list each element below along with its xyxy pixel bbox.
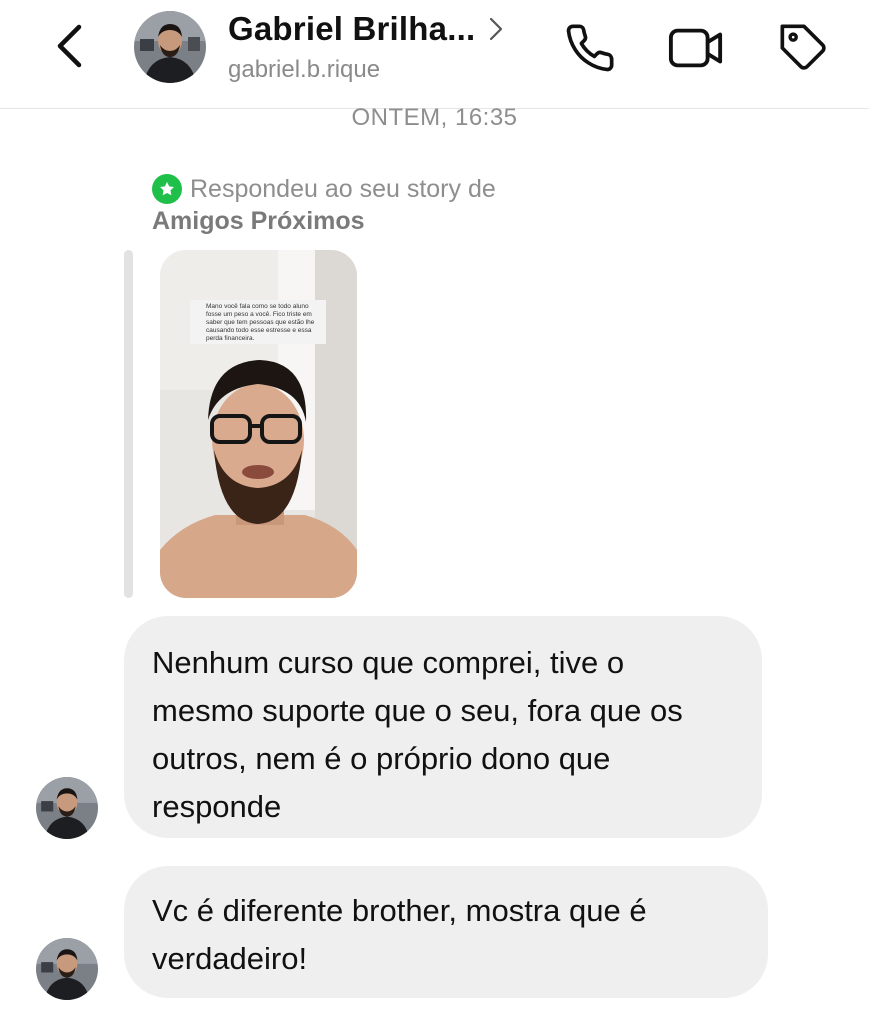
story-reply-header: Respondeu ao seu story de (152, 174, 496, 204)
contact-avatar[interactable] (134, 11, 206, 83)
contact-profile-link[interactable]: Gabriel Brilha... (228, 10, 503, 48)
contact-name: Gabriel Brilha... (228, 10, 476, 47)
message-timestamp: ONTEM, 16:35 (351, 104, 518, 131)
close-friends-star-icon (152, 174, 182, 204)
chevron-right-icon (490, 17, 503, 41)
phone-icon (566, 24, 614, 72)
chat-header: Gabriel Brilha... gabriel.b.rique (0, 0, 869, 109)
story-audience-label: Amigos Próximos (152, 207, 365, 235)
sender-avatar[interactable] (36, 938, 98, 1000)
contact-username: gabriel.b.rique (228, 56, 381, 83)
voice-call-button[interactable] (562, 20, 618, 76)
video-call-button[interactable] (668, 20, 724, 76)
chat-screen: Gabriel Brilha... gabriel.b.rique ONTEM,… (0, 0, 869, 1024)
message-bubble[interactable]: Vc é diferente brother, mostra que é ver… (124, 866, 768, 998)
story-thumbnail[interactable]: Mano você fala como se todo aluno fosse … (160, 250, 357, 598)
message-bubble[interactable]: Nenhum curso que comprei, tive o mesmo s… (124, 616, 762, 838)
tag-icon (780, 24, 826, 70)
story-reply-label: Respondeu ao seu story de (190, 174, 496, 203)
story-question-sticker: Mano você fala como se todo aluno fosse … (190, 300, 326, 344)
label-button[interactable] (776, 20, 832, 76)
chevron-left-icon (57, 24, 82, 68)
back-button[interactable] (46, 22, 94, 70)
sender-avatar[interactable] (36, 777, 98, 839)
video-camera-icon (668, 28, 723, 68)
reply-quote-bar (124, 250, 133, 598)
